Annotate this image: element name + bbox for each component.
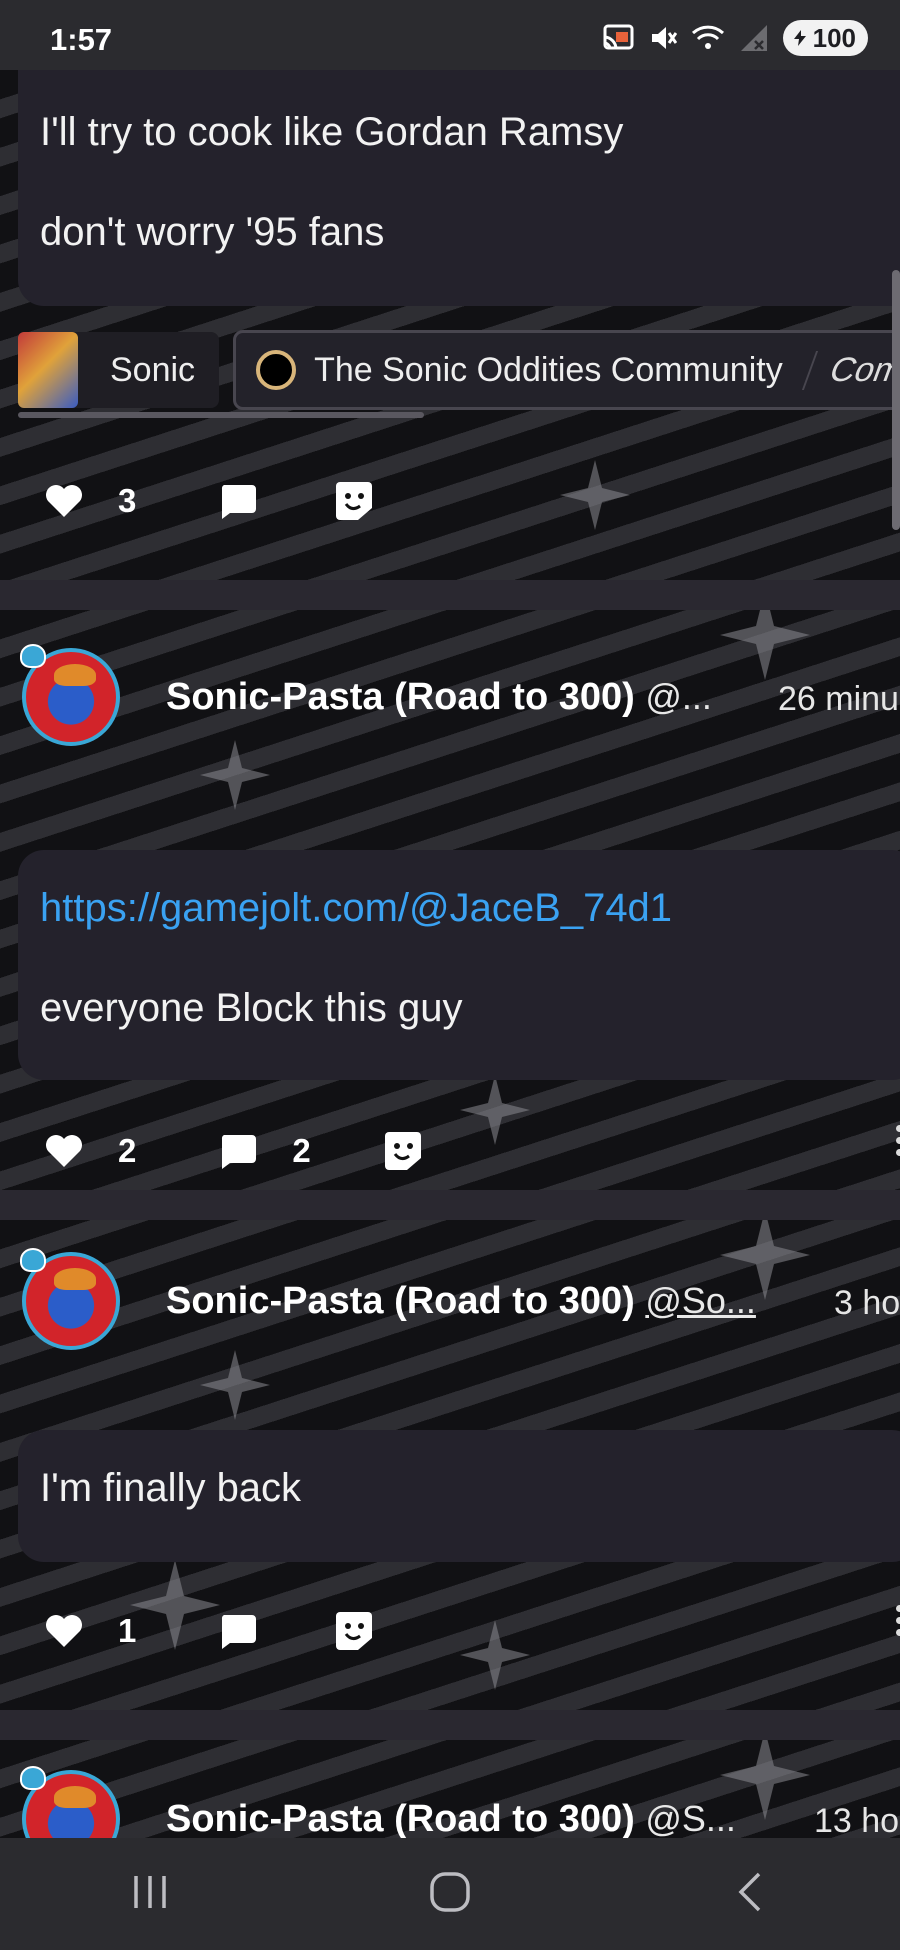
mute-icon bbox=[649, 23, 677, 53]
post-text-line: everyone Block this guy bbox=[40, 986, 463, 1030]
more-options-button[interactable] bbox=[896, 1120, 900, 1161]
author-handle: @S... bbox=[645, 1797, 736, 1839]
author-handle: @... bbox=[645, 675, 712, 717]
post-timestamp: 3 ho bbox=[834, 1284, 900, 1322]
heart-icon bbox=[44, 1133, 84, 1169]
cast-icon bbox=[601, 23, 635, 53]
author-display-name: Sonic-Pasta (Road to 300) bbox=[166, 675, 635, 718]
sticker-button[interactable] bbox=[334, 1610, 374, 1652]
avatar[interactable] bbox=[20, 644, 120, 746]
more-options-button[interactable] bbox=[896, 1600, 900, 1641]
author-handle: @So... bbox=[645, 1279, 756, 1321]
post-timestamp: 26 minu bbox=[778, 680, 899, 718]
signal-icon bbox=[739, 23, 769, 53]
avatar[interactable] bbox=[20, 1766, 120, 1838]
status-icons: 100 bbox=[601, 20, 868, 56]
post-divider bbox=[0, 1710, 900, 1740]
post-link-text[interactable]: https://gamejolt.com/@JaceB_74d1 bbox=[40, 886, 672, 930]
star-decoration bbox=[560, 460, 630, 530]
post-content: I'll try to cook like Gordan Ramsy don't… bbox=[18, 70, 900, 306]
heart-icon bbox=[44, 1613, 84, 1649]
community-chip-oddities[interactable]: The Sonic Oddities Community Com bbox=[233, 330, 900, 410]
community-ring-icon bbox=[256, 350, 297, 390]
post-actions: 3 bbox=[44, 480, 374, 522]
scrollbar[interactable] bbox=[892, 270, 900, 530]
like-count: 2 bbox=[118, 1132, 137, 1169]
home-icon bbox=[429, 1871, 471, 1918]
comment-button[interactable] bbox=[218, 481, 258, 521]
like-count: 3 bbox=[118, 482, 137, 519]
sticker-icon bbox=[334, 1610, 374, 1652]
avatar[interactable] bbox=[20, 1248, 120, 1350]
post-timestamp: 13 ho bbox=[814, 1802, 900, 1838]
chip-scroll-indicator bbox=[18, 412, 424, 418]
wifi-icon bbox=[691, 23, 725, 53]
community-chips: Sonic The Sonic Oddities Community Com bbox=[18, 330, 900, 410]
heart-icon bbox=[44, 483, 84, 519]
comment-icon bbox=[218, 481, 258, 521]
author-name[interactable]: Sonic-Pasta (Road to 300) @So... bbox=[166, 1280, 756, 1323]
star-decoration bbox=[200, 740, 270, 810]
post-card: Sonic-Pasta (Road to 300) @So... 3 ho I'… bbox=[0, 1220, 900, 1710]
post-divider bbox=[0, 580, 900, 610]
star-decoration bbox=[460, 1075, 530, 1145]
sticker-button[interactable] bbox=[383, 1130, 423, 1172]
post-content: I'm finally back bbox=[18, 1430, 900, 1562]
like-button[interactable]: 2 bbox=[44, 1132, 136, 1170]
home-button[interactable] bbox=[410, 1854, 490, 1934]
author-display-name: Sonic-Pasta (Road to 300) bbox=[166, 1797, 635, 1839]
feed[interactable]: I'll try to cook like Gordan Ramsy don't… bbox=[0, 70, 900, 1838]
comment-icon bbox=[218, 1611, 258, 1651]
community-label: The Sonic Oddities Community bbox=[314, 350, 783, 389]
post-content: https://gamejolt.com/@JaceB_74d1 everyon… bbox=[18, 850, 900, 1080]
community-chip-next[interactable]: Com bbox=[801, 350, 900, 390]
post-divider bbox=[0, 1190, 900, 1220]
author-display-name: Sonic-Pasta (Road to 300) bbox=[166, 1279, 635, 1322]
comment-button[interactable] bbox=[218, 1611, 258, 1651]
post-actions: 2 2 bbox=[44, 1130, 423, 1172]
recents-button[interactable] bbox=[110, 1854, 190, 1934]
post-card: Sonic-Pasta (Road to 300) @S... 13 ho bbox=[0, 1740, 900, 1838]
status-bar: 1:57 100 bbox=[0, 0, 900, 70]
post-header: Sonic-Pasta (Road to 300) @... bbox=[20, 644, 900, 746]
community-thumbnail bbox=[18, 332, 78, 408]
community-label: Sonic bbox=[110, 350, 196, 389]
post-link[interactable]: https://gamejolt.com/@JaceB_74d1 bbox=[40, 886, 672, 931]
community-chip-sonic[interactable]: Sonic bbox=[18, 332, 220, 408]
post-header: Sonic-Pasta (Road to 300) @So... bbox=[20, 1248, 900, 1350]
like-count: 1 bbox=[118, 1612, 137, 1649]
sticker-button[interactable] bbox=[334, 480, 374, 522]
battery-icon: 100 bbox=[782, 20, 868, 56]
post-text-line: I'm finally back bbox=[40, 1466, 302, 1510]
star-decoration bbox=[460, 1620, 530, 1690]
like-button[interactable]: 1 bbox=[44, 1612, 136, 1650]
sticker-icon bbox=[383, 1130, 423, 1172]
post-text-line: don't worry '95 fans bbox=[40, 210, 385, 254]
comment-icon bbox=[218, 1131, 258, 1171]
navigation-bar bbox=[0, 1838, 900, 1950]
comment-count: 2 bbox=[292, 1132, 311, 1169]
post-header: Sonic-Pasta (Road to 300) @S... bbox=[20, 1766, 900, 1839]
like-button[interactable]: 3 bbox=[44, 482, 136, 520]
comment-button[interactable]: 2 bbox=[218, 1131, 311, 1171]
recents-icon bbox=[130, 1874, 170, 1915]
post-text-line: I'll try to cook like Gordan Ramsy bbox=[40, 110, 624, 154]
post-card: I'll try to cook like Gordan Ramsy don't… bbox=[0, 70, 900, 580]
star-decoration bbox=[200, 1350, 270, 1420]
author-name[interactable]: Sonic-Pasta (Road to 300) @S... bbox=[166, 1798, 736, 1839]
battery-level: 100 bbox=[812, 22, 856, 53]
post-actions: 1 bbox=[44, 1610, 374, 1652]
post-card: Sonic-Pasta (Road to 300) @... 26 minu h… bbox=[0, 610, 900, 1190]
status-time: 1:57 bbox=[50, 22, 113, 57]
sticker-icon bbox=[334, 480, 374, 522]
back-button[interactable] bbox=[710, 1854, 790, 1934]
back-icon bbox=[735, 1871, 765, 1918]
author-name[interactable]: Sonic-Pasta (Road to 300) @... bbox=[166, 676, 712, 719]
